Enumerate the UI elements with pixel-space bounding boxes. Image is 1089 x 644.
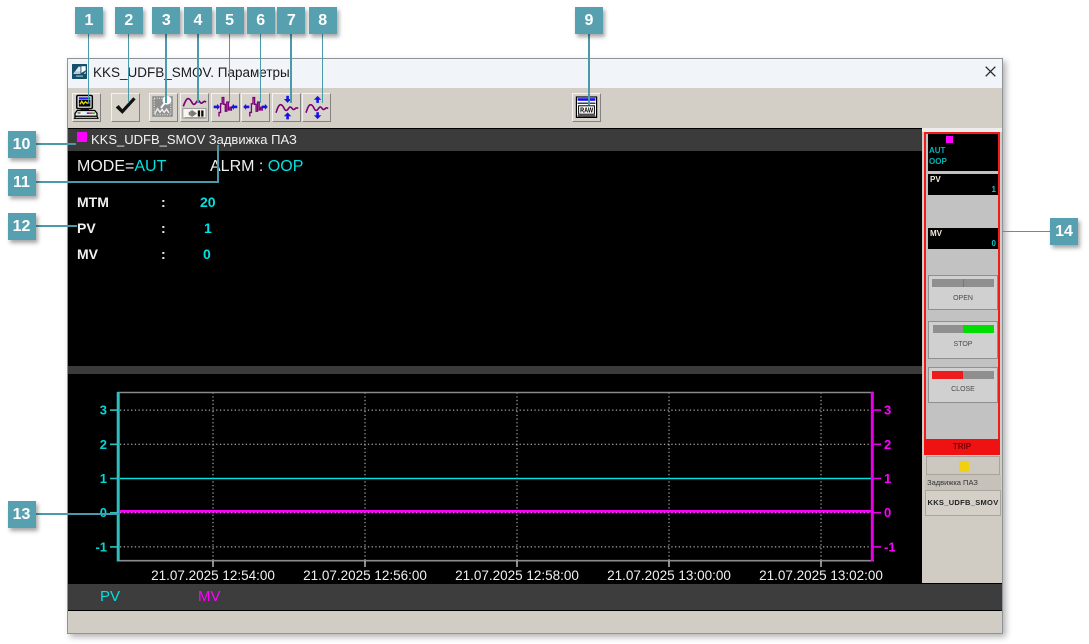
svg-text:21.07.2025 13:00:00: 21.07.2025 13:00:00 [607,568,731,583]
svg-text:21.07.2025 12:58:00: 21.07.2025 12:58:00 [455,568,579,583]
svg-text:21.07.2025 12:54:00: 21.07.2025 12:54:00 [151,568,275,583]
svg-text:1: 1 [100,471,107,486]
svg-text:3: 3 [100,403,107,418]
svg-text:21.07.2025 12:56:00: 21.07.2025 12:56:00 [303,568,427,583]
svg-text:2: 2 [100,437,107,452]
svg-text:2: 2 [884,437,891,452]
svg-text:0: 0 [884,505,891,520]
svg-text:1: 1 [884,471,891,486]
svg-text:-1: -1 [95,539,107,554]
svg-text:-1: -1 [884,539,896,554]
svg-text:21.07.2025 13:02:00: 21.07.2025 13:02:00 [759,568,883,583]
svg-text:3: 3 [884,403,891,418]
svg-text:RAW: RAW [580,106,594,115]
